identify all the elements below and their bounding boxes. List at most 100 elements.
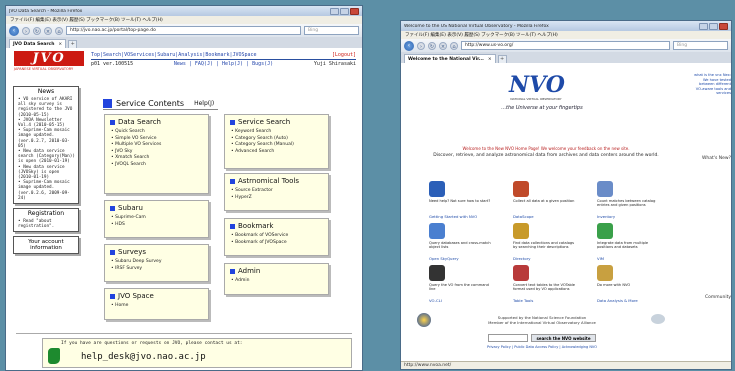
home-icon[interactable]: ⌂ <box>450 41 458 50</box>
page-content: JVO JAPANESE VIRTUAL OBSERVATORY Top|Sea… <box>6 48 362 370</box>
search-input[interactable]: Bing <box>673 41 728 50</box>
menu-bar[interactable]: ファイル(F) 編集(E) 表示(V) 履歴(S) ブックマーク(B) ツール(… <box>6 16 362 24</box>
bookmark-link[interactable]: Bookmark of JVOSpace <box>231 240 322 247</box>
news-item[interactable]: New data service (JVOSky) is open (2010-… <box>18 165 76 181</box>
browser-window-nvo: Welcome to the US National Virtual Obser… <box>400 20 732 370</box>
service-description: Count matches between catalog entries an… <box>597 199 656 208</box>
address-bar[interactable]: http://jvo.nao.ac.jp/portal/top-page.do <box>66 26 301 35</box>
service-link[interactable]: Data Analysis & More <box>597 298 638 303</box>
service-icon[interactable] <box>429 181 445 197</box>
nvo-site-search-input[interactable] <box>488 334 529 342</box>
back-icon[interactable]: ‹ <box>9 25 19 36</box>
box-square-icon <box>230 268 235 274</box>
address-bar[interactable]: http://www.us-vo.org/ <box>461 41 670 50</box>
footer-ivoa: Member of the International Virtual Obse… <box>488 320 596 325</box>
news-item[interactable]: VO service of AKARI all sky survey is re… <box>18 97 76 118</box>
maximize-icon[interactable] <box>340 7 349 15</box>
home-icon[interactable]: ⌂ <box>55 26 63 35</box>
tagline: ...the Universe at your fingertips <box>501 105 583 111</box>
back-icon[interactable]: ‹ <box>404 40 414 51</box>
service-link[interactable]: Open SkyQuery <box>429 256 459 261</box>
survey-link[interactable]: IRSF Survey <box>111 266 202 273</box>
service-search-link[interactable]: Advanced Search <box>231 149 322 156</box>
news-box: News VO service of AKARI all sky survey … <box>13 86 79 205</box>
minimize-icon[interactable] <box>330 7 339 15</box>
account-info-button[interactable]: Your account information <box>13 236 79 255</box>
tab-close-icon[interactable]: × <box>488 57 492 62</box>
news-item[interactable]: JVOA Newsletter Vol.4 (2010-05-15) <box>18 118 76 128</box>
service-icon[interactable] <box>597 181 613 197</box>
browser-window-jvo: JVO Data Search - Mozilla Firefox ファイル(F… <box>5 5 363 371</box>
new-tab-button[interactable]: + <box>68 40 78 48</box>
reload-icon[interactable]: ↻ <box>428 41 436 50</box>
stop-icon[interactable]: × <box>44 26 52 35</box>
page-title: Service Contents <box>116 99 185 108</box>
jvo-header: JVO JAPANESE VIRTUAL OBSERVATORY Top|Sea… <box>6 48 362 76</box>
welcome-message[interactable]: Welcome to the New NVO Home Page! We wel… <box>421 146 671 151</box>
service-icon[interactable] <box>597 223 613 239</box>
service-link[interactable]: VO-CLI <box>429 298 442 303</box>
window-title: Welcome to the US National Virtual Obser… <box>404 23 549 29</box>
subaru-link[interactable]: HDS <box>111 222 202 229</box>
service-link[interactable]: Table Tools <box>513 298 533 303</box>
footer-links[interactable]: Privacy Policy | Public Data Access Poli… <box>401 345 683 349</box>
box-square-icon <box>230 223 235 229</box>
service-link[interactable]: Getting Started with NVO <box>429 214 477 219</box>
forward-icon[interactable]: › <box>22 26 30 35</box>
service-description: Collect all data at a given position <box>513 199 575 203</box>
search-input[interactable]: Bing <box>304 26 359 35</box>
service-link[interactable]: DataScope <box>513 214 534 219</box>
service-icon[interactable] <box>597 265 613 281</box>
surveys-box: Surveys Subaru Deep Survey IRSF Survey <box>104 244 209 282</box>
news-item[interactable]: New data service search (Category(Man)) … <box>18 149 76 165</box>
service-icon[interactable] <box>513 181 529 197</box>
version-text: p01 ver.100515 <box>91 61 134 67</box>
jvo-logo[interactable]: JVO <box>14 51 84 66</box>
service-link[interactable]: Directory <box>513 256 531 261</box>
service-search-box: Service Search Keyword Search Category S… <box>224 114 329 169</box>
astro-tool-link[interactable]: HyperZ <box>231 195 322 202</box>
logout-link[interactable]: [Logout] <box>332 52 356 58</box>
japan-map-icon <box>48 348 60 364</box>
service-icon[interactable] <box>429 265 445 281</box>
title-bar[interactable]: Welcome to the US National Virtual Obser… <box>401 21 731 31</box>
menu-bar[interactable]: ファイル(F) 編集(E) 表示(V) 履歴(S) ブックマーク(B) ツール(… <box>401 31 731 39</box>
service-description: Convert text tables to the VOTable forma… <box>513 283 576 292</box>
service-icon[interactable] <box>513 265 529 281</box>
admin-box: Admin Admin <box>224 263 329 295</box>
help-links[interactable]: News | FAQ(J) | Help(J) | Bugs(J) <box>174 61 273 67</box>
forward-icon[interactable]: › <box>417 41 425 50</box>
registration-link[interactable]: Read "about registration". <box>18 219 76 229</box>
title-bar[interactable]: JVO Data Search - Mozilla Firefox <box>6 6 362 16</box>
maximize-icon[interactable] <box>709 22 718 30</box>
close-icon[interactable] <box>350 7 359 15</box>
jvo-space-link[interactable]: Home <box>111 303 202 310</box>
top-nav-links[interactable]: Top|Search|VOServices|Subaru|Analysis|Bo… <box>91 52 257 58</box>
contact-email[interactable]: help_desk@jvo.nao.ac.jp <box>81 352 206 362</box>
registration-title: Registration <box>27 210 65 218</box>
service-cell: Convert text tables to the VOTable forma… <box>513 265 593 305</box>
service-link[interactable]: VIM <box>597 256 604 261</box>
tab-nvo[interactable]: Welcome to the National Vir... × <box>404 54 496 63</box>
help-link[interactable]: Help(J) <box>194 100 214 107</box>
tab-close-icon[interactable]: × <box>58 42 62 47</box>
search-site-button[interactable]: search the NVO website <box>531 334 596 342</box>
nvo-logo[interactable]: NVO NATIONAL VIRTUAL OBSERVATORY <box>509 73 565 101</box>
minimize-icon[interactable] <box>699 22 708 30</box>
sidebar-news-text[interactable]: what is the vnx Nex: We have tested betw… <box>693 73 731 96</box>
tab-jvo[interactable]: JVO Data Search × <box>9 39 67 48</box>
data-search-link[interactable]: JVOQL Search <box>111 162 202 169</box>
close-icon[interactable] <box>719 22 728 30</box>
title-underline <box>103 109 218 110</box>
service-icon[interactable] <box>513 223 529 239</box>
stop-icon[interactable]: × <box>439 41 447 50</box>
service-description: Query the VO from the command line <box>429 283 489 292</box>
service-icon[interactable] <box>429 223 445 239</box>
new-tab-button[interactable]: + <box>497 55 507 63</box>
reload-icon[interactable]: ↻ <box>33 26 41 35</box>
service-description: Do more with NVO <box>597 283 631 287</box>
service-link[interactable]: Inventory <box>597 214 615 219</box>
admin-link[interactable]: Admin <box>231 278 322 285</box>
news-item[interactable]: Suprime-Cam mosaic image updated. (ver.0… <box>18 128 76 149</box>
news-item[interactable]: Suprime-Cam mosaic image updated. (ver.0… <box>18 180 76 201</box>
